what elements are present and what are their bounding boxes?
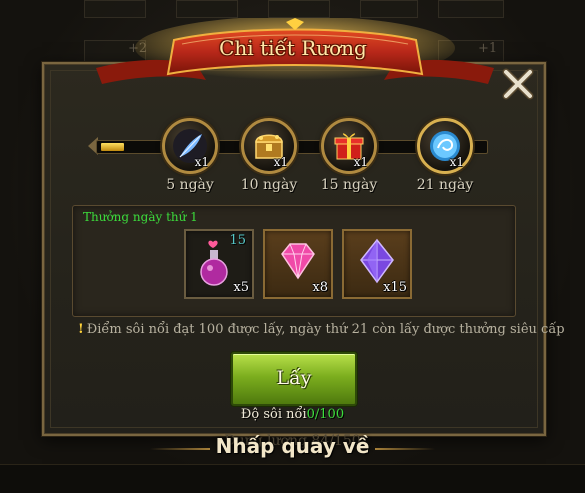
- milestone-qty: x1: [353, 155, 368, 169]
- reward-note: ! Điểm sôi nổi đạt 100 được lấy, ngày thứ…: [78, 322, 565, 337]
- activity-points-label: Độ sôi nổi: [240, 407, 307, 422]
- reward-item-count: x8: [312, 280, 328, 295]
- activity-points-value: 0/100: [306, 407, 345, 422]
- bg-slot: [176, 0, 238, 18]
- claim-button[interactable]: Lấy: [231, 352, 357, 406]
- bg-slot: [438, 0, 504, 18]
- back-button[interactable]: Nhấp quay về: [0, 434, 585, 458]
- reward-item-pink-gem[interactable]: x8: [263, 229, 333, 299]
- milestone-qty: x1: [194, 155, 209, 169]
- reward-item-potion[interactable]: 15 x5: [184, 229, 254, 299]
- dialog-title: Chi tiết Rương: [219, 36, 367, 60]
- pink-gem-icon: [281, 243, 315, 280]
- milestone-reward[interactable]: x1: [417, 118, 473, 174]
- reward-item-top-count: 15: [229, 233, 246, 248]
- milestone-10-days: x1 10 ngày: [229, 118, 309, 193]
- daily-reward-panel: Thưởng ngày thứ 1 15 x5 x8 x15: [72, 205, 516, 317]
- milestone-day-label: 21 ngày: [416, 177, 474, 193]
- milestone-day-label: 15 ngày: [320, 177, 378, 193]
- reward-item-count: x5: [233, 280, 249, 295]
- reward-item-purple-crystal[interactable]: x15: [342, 229, 412, 299]
- day-progress-fill: [101, 143, 124, 151]
- exclamation-icon: !: [78, 322, 84, 337]
- milestone-reward[interactable]: x1: [321, 118, 377, 174]
- purple-crystal-icon: [360, 238, 394, 284]
- bg-slot: [268, 0, 330, 18]
- reward-note-text: Điểm sôi nổi đạt 100 được lấy, ngày thứ …: [86, 322, 565, 337]
- bg-slot: [360, 0, 418, 18]
- milestone-day-label: 10 ngày: [240, 177, 298, 193]
- reward-item-count: x15: [383, 280, 407, 295]
- milestone-reward[interactable]: x1: [241, 118, 297, 174]
- milestone-qty: x1: [449, 155, 464, 169]
- reward-day-label: Thưởng ngày thứ 1: [83, 210, 198, 224]
- milestone-15-days: x1 15 ngày: [309, 118, 389, 193]
- milestone-reward[interactable]: x1: [162, 118, 218, 174]
- bg-slot: [84, 0, 146, 18]
- bottom-bar: [0, 464, 585, 493]
- close-button[interactable]: [500, 66, 536, 102]
- activity-points: Độ sôi nổi0/100: [0, 407, 585, 422]
- milestone-day-label: 5 ngày: [166, 177, 214, 193]
- milestone-5-days: x1 5 ngày: [150, 118, 230, 193]
- milestone-qty: x1: [273, 155, 288, 169]
- close-icon: [502, 68, 534, 100]
- milestone-21-days: x1 21 ngày: [405, 118, 485, 193]
